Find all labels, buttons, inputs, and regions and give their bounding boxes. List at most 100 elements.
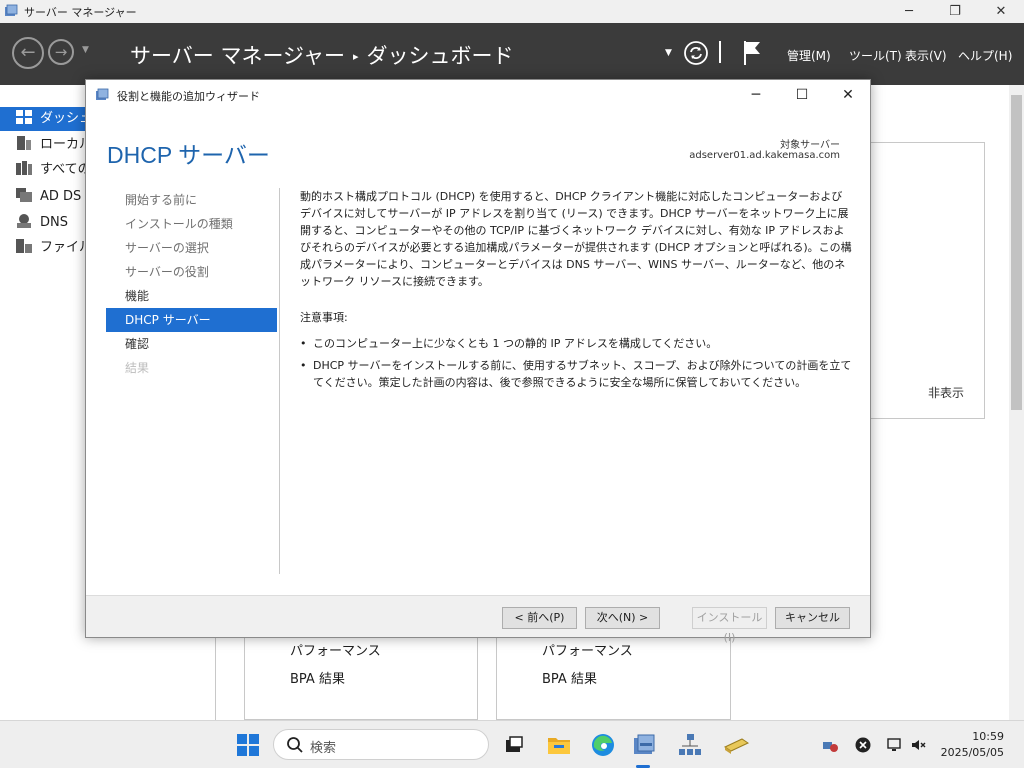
maximize-button[interactable]: ❐ [932, 0, 978, 23]
menu-manage[interactable]: 管理(M) [787, 47, 831, 64]
breadcrumb-page: ダッシュボード [366, 44, 514, 68]
header-separator [719, 41, 721, 63]
clock-date[interactable]: 2025/05/05 [941, 746, 1004, 759]
scrollbar-thumb[interactable] [1011, 95, 1022, 410]
content-divider [215, 636, 216, 720]
taskbar-search-box[interactable]: 検索 [273, 729, 489, 760]
server-manager-header: ← → ▼ サーバー マネージャー ▸ ダッシュボード ▼ 管理(M) ツール(T)… [0, 23, 1024, 85]
breadcrumb-app: サーバー マネージャー [130, 44, 345, 68]
local-server-icon [17, 136, 31, 150]
wizard-step-features[interactable]: 機能 [106, 284, 277, 308]
wizard-step-confirmation[interactable]: 確認 [106, 332, 277, 356]
network-status-icon[interactable] [822, 737, 838, 753]
wizard-window-title: 役割と機能の追加ウィザード [117, 90, 260, 103]
wizard-step-installation-type[interactable]: インストールの種類 [106, 212, 277, 236]
previous-button[interactable]: < 前へ(P) [502, 607, 577, 629]
notifications-flag-icon[interactable] [742, 40, 762, 66]
breadcrumb-separator-icon: ▸ [353, 50, 359, 63]
minimize-button[interactable]: ─ [886, 0, 932, 23]
wizard-step-results: 結果 [125, 361, 150, 375]
menu-help[interactable]: ヘルプ(H) [958, 47, 1012, 64]
close-button[interactable]: ✕ [978, 0, 1024, 23]
sidebar-item-label: ローカル サーバー [40, 137, 86, 152]
dropdown-icon[interactable]: ▼ [665, 48, 672, 58]
sidebar-item-label: ダッシュボード [40, 111, 86, 126]
wizard-step-before-you-begin[interactable]: 開始する前に [106, 188, 277, 212]
server-tile: パフォーマンス BPA 結果 [496, 636, 731, 720]
destination-server-label: 対象サーバー [780, 140, 840, 151]
wizard-step-server-roles[interactable]: サーバーの役割 [106, 260, 277, 284]
forward-button[interactable]: → [48, 39, 74, 65]
note-text: DHCP サーバーをインストールする前に、使用するサブネット、スコープ、および除… [313, 359, 852, 389]
dns-icon [17, 214, 31, 228]
history-dropdown-icon[interactable]: ▼ [82, 45, 89, 55]
network-icon[interactable] [674, 729, 706, 761]
wizard-footer: < 前へ(P) 次へ(N) > インストール(I) キャンセル [86, 595, 870, 644]
error-icon[interactable] [855, 737, 871, 753]
note-text: このコンピューター上に少なくとも 1 つの静的 IP アドレスを構成してください… [313, 337, 718, 350]
bullet-icon: • [300, 359, 307, 372]
wizard-content: 動的ホスト構成プロトコル (DHCP) を使用すると、DHCP クライアント機能… [300, 188, 852, 396]
wizard-app-icon [96, 88, 109, 100]
note-item: • DHCP サーバーをインストールする前に、使用するサブネット、スコープ、および… [300, 357, 852, 391]
sidebar-item-dns[interactable]: DNS [0, 211, 86, 235]
start-icon[interactable] [232, 729, 264, 761]
task-view-icon[interactable] [498, 729, 530, 761]
search-icon [287, 737, 303, 753]
sidebar-item-file-services[interactable]: ファイル サービス [0, 236, 86, 260]
dashboard-icon [16, 110, 32, 124]
wizard-maximize-button[interactable]: ☐ [779, 80, 825, 110]
back-button[interactable]: ← [12, 37, 44, 69]
wizard-step-server-selection[interactable]: サーバーの選択 [106, 236, 277, 260]
tile-row-performance[interactable]: パフォーマンス [542, 640, 633, 659]
tile-row-bpa[interactable]: BPA 結果 [290, 668, 345, 687]
sidebar-item-all-servers[interactable]: すべてのサーバー [0, 158, 86, 182]
refresh-icon[interactable] [683, 40, 709, 66]
sidebar-item-label: すべてのサーバー [40, 162, 86, 177]
folder-tool-icon[interactable] [720, 729, 752, 761]
dhcp-description: 動的ホスト構成プロトコル (DHCP) を使用すると、DHCP クライアント機能… [300, 190, 852, 288]
add-roles-wizard-dialog: 役割と機能の追加ウィザード ─ ☐ ✕ DHCP サーバー 対象サーバー ads… [85, 79, 871, 644]
welcome-tile [870, 142, 985, 419]
hide-link[interactable]: 非表示 [928, 384, 964, 401]
server-manager-icon[interactable] [628, 729, 660, 761]
volume-muted-icon[interactable] [910, 737, 926, 753]
sidebar: ダッシュボード ローカル サーバー すべてのサーバー AD DS DNS ファイ… [0, 85, 86, 720]
install-button[interactable]: インストール(I) [692, 607, 767, 644]
display-icon[interactable] [887, 737, 903, 753]
destination-server-value: adserver01.ad.kakemasa.com [689, 150, 840, 161]
sidebar-item-label: AD DS [40, 189, 82, 204]
menu-tools[interactable]: ツール(T) [849, 47, 902, 64]
tile-row-bpa[interactable]: BPA 結果 [542, 668, 597, 687]
edge-icon[interactable] [587, 729, 619, 761]
sidebar-item-ad-ds[interactable]: AD DS [0, 185, 86, 209]
notes-list: • このコンピューター上に少なくとも 1 つの静的 IP アドレスを構成してくださ… [300, 335, 852, 391]
wizard-steps-nav: 開始する前に インストールの種類 サーバーの選択 サーバーの役割 機能 DHCP… [106, 188, 278, 488]
page-title: DHCP サーバー [107, 142, 270, 168]
wizard-close-button[interactable]: ✕ [825, 80, 871, 110]
sidebar-item-label: DNS [40, 215, 68, 230]
clock-time[interactable]: 10:59 [972, 730, 1004, 743]
breadcrumb: サーバー マネージャー ▸ ダッシュボード [130, 40, 514, 70]
tile-row-performance[interactable]: パフォーマンス [290, 640, 381, 659]
search-placeholder: 検索 [310, 741, 337, 756]
wizard-minimize-button[interactable]: ─ [733, 80, 779, 110]
note-item: • このコンピューター上に少なくとも 1 つの静的 IP アドレスを構成してくださ… [300, 335, 852, 352]
sidebar-item-dashboard[interactable]: ダッシュボード [0, 107, 86, 131]
all-servers-icon [16, 161, 32, 175]
cancel-button[interactable]: キャンセル [775, 607, 850, 629]
wizard-titlebar: 役割と機能の追加ウィザード ─ ☐ ✕ [86, 80, 870, 110]
notes-heading: 注意事項: [300, 311, 348, 324]
ad-ds-icon [16, 188, 32, 202]
taskbar: 検索 10:59 2025/05/05 [0, 720, 1024, 768]
sidebar-item-local-server[interactable]: ローカル サーバー [0, 133, 86, 157]
file-explorer-icon[interactable] [543, 729, 575, 761]
bullet-icon: • [300, 337, 307, 350]
server-manager-app-icon [5, 4, 18, 16]
server-manager-titlebar: サーバー マネージャー ─ ❐ ✕ [0, 0, 1024, 23]
nav-divider [279, 188, 280, 574]
next-button[interactable]: 次へ(N) > [585, 607, 660, 629]
wizard-step-dhcp-server[interactable]: DHCP サーバー [106, 308, 277, 332]
menu-view[interactable]: 表示(V) [905, 47, 947, 64]
sidebar-item-label: ファイル サービス [40, 240, 86, 255]
